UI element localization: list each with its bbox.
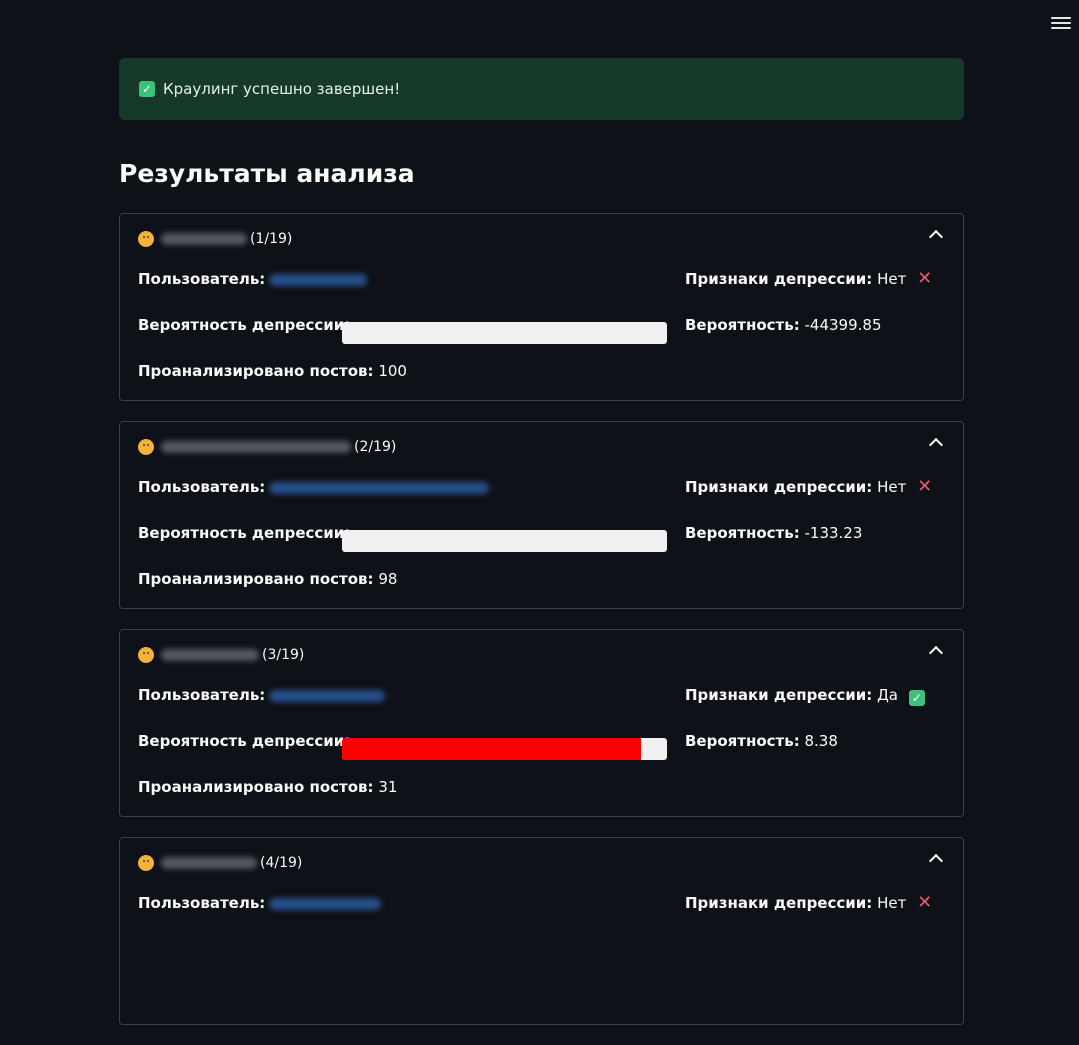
blurred-user-name — [161, 649, 259, 661]
probability-value: 8.38 — [804, 732, 838, 750]
probability-bar-label: Вероятность депрессии: — [138, 316, 351, 334]
depression-progress-bar — [342, 738, 667, 760]
check-box-icon: ✓ — [139, 81, 155, 97]
progress-fill — [342, 738, 641, 760]
signs-value: Нет — [877, 478, 907, 496]
probability-bar-label: Вероятность депрессии: — [138, 524, 351, 542]
posts-value: 100 — [378, 362, 407, 380]
probability-row: Вероятность: 8.38 — [685, 732, 838, 750]
depression-progress-bar — [342, 530, 667, 552]
check-icon: ✓ — [908, 690, 925, 706]
probability-value: -133.23 — [804, 524, 863, 542]
user-link[interactable] — [269, 689, 386, 702]
card-counter: (3/19) — [262, 647, 305, 663]
success-alert: ✓ Краулинг успешно завершен! — [119, 58, 964, 120]
sad-face-emoji-icon — [138, 647, 154, 663]
card-counter: (2/19) — [354, 439, 397, 455]
result-card: (2/19) Пользователь: Признаки депрессии:… — [119, 421, 964, 609]
probability-bar-label: Вероятность депрессии: — [138, 732, 351, 750]
probability-row: Вероятность: -44399.85 — [685, 316, 882, 334]
user-row: Пользователь: — [138, 686, 386, 704]
card-header[interactable]: (3/19) — [138, 630, 945, 680]
user-row: Пользователь: — [138, 478, 490, 496]
x-icon: ✕ — [917, 476, 933, 497]
card-header[interactable]: (4/19) — [138, 838, 945, 888]
result-card: (1/19) Пользователь: Признаки депрессии:… — [119, 213, 964, 401]
signs-value: Нет — [877, 894, 907, 912]
main-content: ✓ Краулинг успешно завершен! Результаты … — [119, 58, 964, 1045]
signs-row: Признаки депрессии: Нет ✕ — [685, 476, 933, 497]
results-list: (1/19) Пользователь: Признаки депрессии:… — [119, 213, 964, 1025]
card-header[interactable]: (2/19) — [138, 422, 945, 472]
face-emoji-icon — [138, 855, 154, 871]
user-row: Пользователь: — [138, 270, 368, 288]
face-emoji-icon — [138, 231, 154, 247]
blurred-user-name — [161, 233, 247, 245]
card-counter: (1/19) — [250, 231, 293, 247]
card-header[interactable]: (1/19) — [138, 214, 945, 264]
posts-value: 31 — [378, 778, 398, 796]
page-title: Результаты анализа — [119, 159, 415, 188]
x-icon: ✕ — [917, 892, 933, 913]
user-row: Пользователь: — [138, 894, 382, 912]
probability-row: Вероятность: -133.23 — [685, 524, 863, 542]
signs-value: Да — [877, 686, 898, 704]
signs-value: Нет — [877, 270, 907, 288]
signs-row: Признаки депрессии: Нет ✕ — [685, 892, 933, 913]
posts-row: Проанализировано постов: 31 — [138, 778, 398, 796]
probability-value: -44399.85 — [804, 316, 882, 334]
result-card: (3/19) Пользователь: Признаки депрессии:… — [119, 629, 964, 817]
user-link[interactable] — [269, 897, 382, 910]
posts-row: Проанализировано постов: 100 — [138, 362, 407, 380]
x-icon: ✕ — [917, 268, 933, 289]
result-card: (4/19) Пользователь: Признаки депрессии:… — [119, 837, 964, 1025]
signs-row: Признаки депрессии: Нет ✕ — [685, 268, 933, 289]
card-counter: (4/19) — [260, 855, 303, 871]
depression-progress-bar — [342, 322, 667, 344]
user-link[interactable] — [269, 481, 490, 494]
posts-value: 98 — [378, 570, 398, 588]
alert-text: Краулинг успешно завершен! — [163, 80, 401, 98]
hamburger-menu-icon[interactable] — [1051, 13, 1071, 33]
posts-row: Проанализировано постов: 98 — [138, 570, 398, 588]
blurred-user-name — [161, 441, 351, 453]
signs-row: Признаки депрессии: Да ✓ — [685, 686, 925, 706]
face-emoji-icon — [138, 439, 154, 455]
user-link[interactable] — [269, 273, 368, 286]
blurred-user-name — [161, 857, 257, 869]
